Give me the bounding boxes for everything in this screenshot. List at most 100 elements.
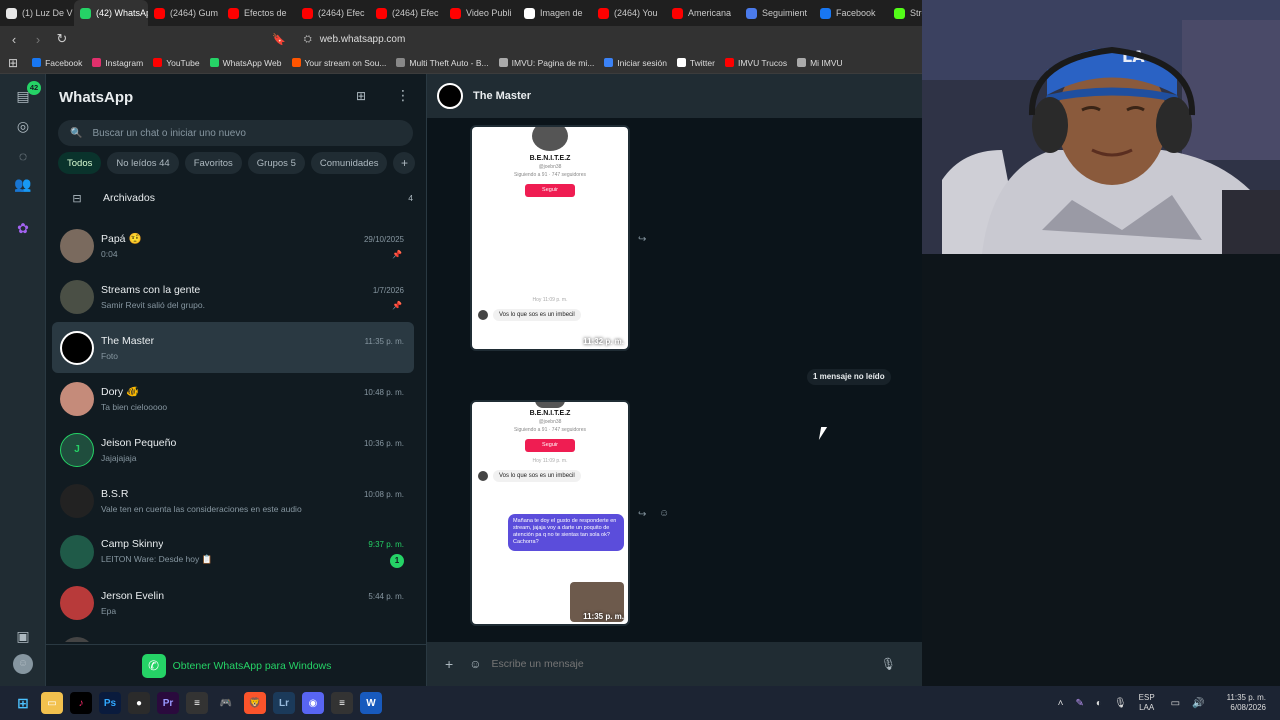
chat-row[interactable]: B.S.R 10:08 p. m. Vale ten en cuenta las c… (52, 475, 414, 526)
bookmark-item[interactable]: Instagram (92, 58, 143, 68)
bookmark-item[interactable]: IMVU Trucos (724, 58, 787, 68)
windows-start-icon[interactable]: ⊞ (12, 692, 34, 714)
bookmark-item[interactable]: WhatsApp Web (209, 58, 282, 68)
reload-icon[interactable]: ↻ (52, 31, 72, 47)
chat-row[interactable]: Camp Skinny 9:37 p. m. LEITON Ware: Desde … (52, 526, 414, 577)
filter-chip[interactable]: Comunidades (310, 152, 388, 174)
bookmark-item[interactable]: Twitter (676, 58, 715, 68)
lightroom-icon[interactable]: Lr (273, 692, 295, 714)
volume-icon[interactable]: 🔊 (1192, 698, 1204, 709)
url-text[interactable]: web.whatsapp.com (320, 34, 406, 45)
bookmark-icon[interactable]: 🔖 (272, 33, 286, 46)
language-bottom: LAA (1139, 703, 1155, 712)
download-promo[interactable]: ✆ Obtener WhatsApp para Windows (46, 644, 427, 686)
attach-plus-icon[interactable]: + (445, 656, 453, 672)
network-icon[interactable]: ▭ (1171, 698, 1180, 709)
microphone-icon[interactable]: 🎙 (881, 657, 896, 671)
chat-row[interactable]: Papá 🤨 29/10/2025 0:04 📌 (52, 220, 414, 271)
screenshot-outgoing-wrap: Mañana te doy el gusto de responderte en… (508, 514, 624, 551)
filter-chip[interactable]: Grupos 5 (247, 152, 305, 174)
browser-tab[interactable]: (1) Luz De V (0, 0, 74, 26)
app-icon-2[interactable]: ≡ (331, 692, 353, 714)
app-icon-1[interactable]: ≡ (186, 692, 208, 714)
tiktok-icon[interactable]: ♪ (70, 692, 92, 714)
conversation-header[interactable]: The Master (427, 74, 922, 118)
forward-icon[interactable]: › (28, 32, 48, 47)
sticker-icon[interactable]: ☺ (469, 657, 481, 671)
chat-time: 5:44 p. m. (368, 591, 404, 601)
contact-name[interactable]: The Master (473, 90, 531, 102)
chat-row[interactable]: J Dark5:26 p. m. (52, 628, 414, 642)
bookmark-item[interactable]: YouTube (153, 58, 200, 68)
pen-icon[interactable]: ✎ (1076, 698, 1084, 709)
chat-row[interactable]: Dory 🐠 10:48 p. m. Ta bien cielooooo (52, 373, 414, 424)
browser-tab[interactable]: Video Publi (444, 0, 518, 26)
bookmark-item[interactable]: Your stream on Sou... (291, 58, 386, 68)
image-message[interactable]: B.E.N.I.T.E.Z @joebn38 Siguiendo a 91 · … (470, 125, 630, 351)
promo-text[interactable]: Obtener WhatsApp para Windows (173, 660, 332, 672)
screenshot-avatar (478, 471, 488, 481)
media-icon[interactable]: ▣ (13, 626, 33, 646)
site-info-icon[interactable]: ⛭ (304, 34, 312, 45)
tab-favicon-icon (6, 7, 17, 19)
apps-grid-icon[interactable]: ⊞ (8, 56, 18, 70)
browser-tab[interactable]: (2464) Gum (148, 0, 222, 26)
browser-tab[interactable]: Imagen de (518, 0, 592, 26)
forward-icon[interactable]: ↪ (638, 234, 646, 245)
browser-tab[interactable]: (42) WhatsApp× (74, 0, 148, 26)
address-bar[interactable]: 🔖 ⛭ web.whatsapp.com (272, 33, 405, 46)
archived-row[interactable]: ⊟ Archivados 4 (58, 186, 413, 210)
menu-icon[interactable]: ⋮ (396, 87, 410, 104)
chat-list: Papá 🤨 29/10/2025 0:04 📌 Streams con la gent… (52, 220, 414, 642)
photoshop-icon[interactable]: Ps (99, 692, 121, 714)
meta-ai-icon[interactable]: ✿ (13, 218, 33, 238)
browser-tab[interactable]: Seguimient (740, 0, 814, 26)
browser-tab[interactable]: Facebook (814, 0, 888, 26)
filter-chip[interactable]: Favoritos (184, 152, 242, 174)
new-chat-icon[interactable]: ⊞ (356, 89, 366, 103)
bookmark-item[interactable]: Mi IMVU (797, 58, 843, 68)
chat-row[interactable]: The Master 11:35 p. m. Foto (52, 322, 414, 373)
channels-icon[interactable]: ◌ (13, 146, 33, 166)
profile-avatar[interactable]: ☺ (13, 654, 33, 674)
back-icon[interactable]: ‹ (4, 32, 24, 47)
bookmark-item[interactable]: Multi Theft Auto - B... (396, 58, 489, 68)
chat-row[interactable]: J Jeison Pequeño 10:36 p. m. Jajajajaja (52, 424, 414, 475)
chat-row[interactable]: Streams con la gente 1/7/2026 Samir Revit … (52, 271, 414, 322)
word-icon[interactable]: W (360, 692, 382, 714)
chevron-up-icon[interactable]: ˄ (1058, 698, 1064, 709)
tray-app-icon[interactable]: ◐ (1096, 698, 1102, 709)
browser-tab[interactable]: Americana (666, 0, 740, 26)
message-input[interactable] (491, 658, 852, 670)
bookmark-label: IMVU: Pagina de mi... (511, 57, 595, 68)
chat-row[interactable]: Jerson Evelin 5:44 p. m. Epa (52, 577, 414, 628)
filter-chip[interactable]: Todos (58, 152, 102, 174)
bookmark-item[interactable]: Iniciar sesión (604, 58, 667, 68)
clock[interactable]: 11:35 p. m. 6/08/2026 (1227, 693, 1266, 714)
contact-avatar[interactable] (437, 83, 463, 109)
bookmark-item[interactable]: IMVU: Pagina de mi... (498, 57, 595, 68)
react-emoji-icon[interactable]: ☺ (659, 508, 669, 519)
communities-icon[interactable]: 👥 (13, 174, 33, 194)
browser-tab[interactable]: Efectos de (222, 0, 296, 26)
browser-tab[interactable]: Stream - Ki (888, 0, 922, 26)
add-filter-icon[interactable]: + (393, 152, 416, 174)
discord-icon[interactable]: ◉ (302, 692, 324, 714)
language-indicator[interactable]: ESP LAA (1139, 693, 1155, 712)
browser-tab[interactable]: (2464) You (592, 0, 666, 26)
microphone-icon[interactable]: 🎙 (1114, 698, 1127, 709)
brave-browser-icon[interactable]: 🦁 (244, 692, 266, 714)
premiere-icon[interactable]: Pr (157, 692, 179, 714)
status-icon[interactable]: ◎ (13, 116, 33, 136)
game-controller-icon[interactable]: 🎮 (215, 692, 237, 714)
search-box[interactable]: 🔍 Buscar un chat o iniciar uno nuevo (58, 120, 413, 146)
file-explorer-icon[interactable]: ▭ (41, 692, 63, 714)
obs-icon[interactable]: ● (128, 692, 150, 714)
browser-tab[interactable]: (2464) Efec (296, 0, 370, 26)
filter-chip[interactable]: No leídos 44 (107, 152, 179, 174)
search-placeholder[interactable]: Buscar un chat o iniciar uno nuevo (92, 128, 245, 139)
browser-tab[interactable]: (2464) Efec (370, 0, 444, 26)
forward-icon[interactable]: ↪ (638, 509, 646, 520)
image-message[interactable]: B.E.N.I.T.E.Z @joebn38 Siguiendo a 91 · … (470, 400, 630, 626)
bookmark-item[interactable]: Facebook (32, 58, 82, 68)
